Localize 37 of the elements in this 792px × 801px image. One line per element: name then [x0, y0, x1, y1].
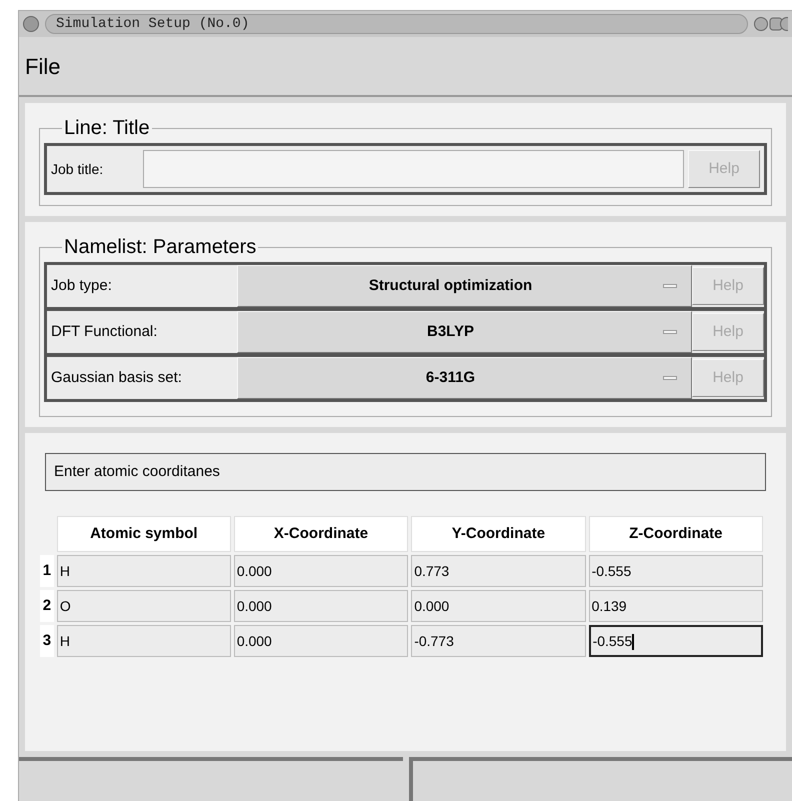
- dropdown[interactable]: 6-311G: [237, 357, 692, 399]
- section-title: Line: Title: [63, 116, 151, 141]
- table-cell[interactable]: -0.555: [588, 555, 763, 587]
- table-cell[interactable]: -0.555: [588, 625, 763, 657]
- field-label: Gaussian basis set:: [50, 368, 183, 388]
- column-header: Atomic symbol: [56, 516, 231, 552]
- table-cell[interactable]: 0.773: [411, 555, 586, 587]
- dropdown-indicator-icon: [663, 330, 677, 334]
- table-cell[interactable]: 0.000: [234, 555, 408, 587]
- column-header: Y-Coordinate: [411, 516, 586, 552]
- field-label: DFT Functional:: [50, 322, 158, 342]
- dropdown-indicator-icon: [663, 284, 677, 288]
- row-number: 3: [40, 625, 54, 657]
- job-title-field[interactable]: [143, 150, 684, 188]
- section-title: Namelist: Parameters: [63, 235, 258, 260]
- row-number: 2: [40, 590, 54, 622]
- table-cell[interactable]: H: [56, 555, 231, 587]
- table-cell[interactable]: H: [56, 625, 231, 657]
- column-header: Z-Coordinate: [588, 516, 763, 552]
- window-controls-icon[interactable]: [754, 16, 788, 32]
- dropdown[interactable]: Structural optimization: [237, 265, 692, 307]
- table-cell[interactable]: -0.773: [411, 625, 586, 657]
- dropdown[interactable]: B3LYP: [237, 311, 692, 353]
- dropdown-indicator-icon: [663, 376, 677, 380]
- table-cell[interactable]: 0.000: [234, 590, 408, 622]
- menu-item[interactable]: File: [23, 50, 62, 82]
- field-label: Job type:: [50, 276, 113, 296]
- column-header: X-Coordinate: [234, 516, 408, 552]
- table-cell[interactable]: O: [56, 590, 231, 622]
- table-cell[interactable]: 0.139: [588, 590, 763, 622]
- window-menu-icon[interactable]: [23, 16, 39, 32]
- window-title: Simulation Setup (No.0): [56, 14, 250, 34]
- field-label: Job title:: [51, 160, 104, 178]
- table-cell[interactable]: 0.000: [234, 625, 408, 657]
- row-number: 1: [40, 555, 54, 587]
- section-heading: Enter atomic coorditanes: [45, 453, 766, 491]
- table-cell[interactable]: 0.000: [411, 590, 586, 622]
